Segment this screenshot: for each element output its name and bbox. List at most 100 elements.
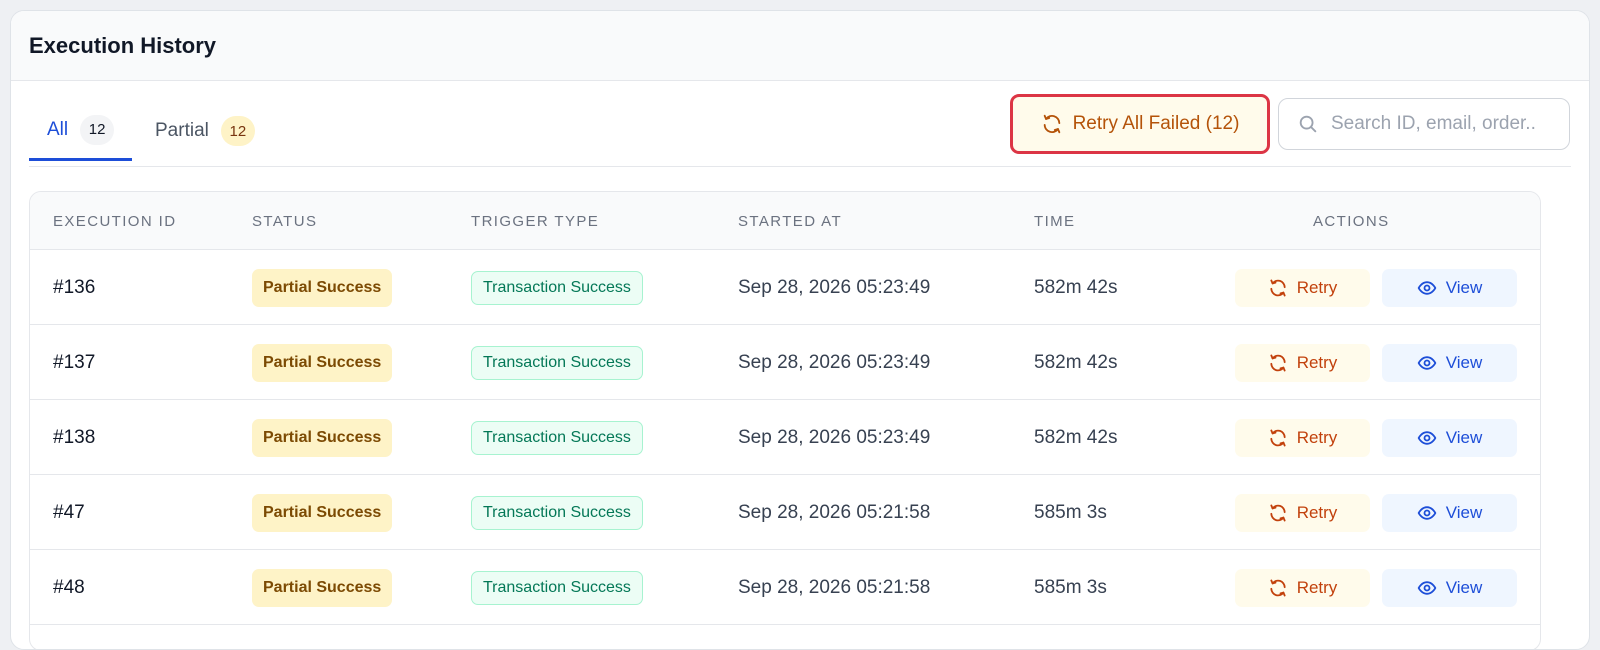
started-at: Sep 28, 2026 05:21:58 xyxy=(738,501,931,523)
retry-icon xyxy=(1268,428,1288,448)
eye-icon xyxy=(1417,353,1437,373)
page-title: Execution History xyxy=(29,32,217,58)
tab-partial-label: Partial xyxy=(155,120,209,141)
retry-button[interactable]: Retry xyxy=(1235,418,1370,457)
view-label: View xyxy=(1445,577,1483,597)
view-button[interactable]: View xyxy=(1382,343,1517,382)
tab-partial[interactable]: Partial 12 xyxy=(137,101,273,161)
actions-cell: Retry View xyxy=(1235,475,1517,550)
view-button[interactable]: View xyxy=(1382,418,1517,457)
table-row: #48 Partial Success Transaction Success … xyxy=(30,550,1540,625)
column-header-actions: ACTIONS xyxy=(1313,212,1390,230)
view-button[interactable]: View xyxy=(1382,493,1517,532)
eye-icon xyxy=(1417,278,1437,298)
trigger-cell: Transaction Success xyxy=(471,325,643,400)
execution-id: #48 xyxy=(53,576,85,598)
trigger-cell: Transaction Success xyxy=(471,550,643,625)
execution-id: #47 xyxy=(53,501,85,523)
actions-cell: Retry View xyxy=(1235,400,1517,475)
tab-all[interactable]: All 12 xyxy=(29,101,133,161)
trigger-type-badge: Transaction Success xyxy=(471,345,643,380)
executions-table: EXECUTION ID STATUS TRIGGER TYPE STARTED… xyxy=(29,191,1541,649)
retry-all-failed-label: Retry All Failed (12) xyxy=(1072,113,1240,134)
table-row: #137 Partial Success Transaction Success… xyxy=(30,325,1540,400)
status-cell: Partial Success xyxy=(252,325,393,400)
search-icon xyxy=(1297,113,1319,135)
trigger-type-badge: Transaction Success xyxy=(471,495,643,530)
tab-all-label: All xyxy=(47,118,69,140)
retry-label: Retry xyxy=(1296,502,1338,522)
duration: 585m 3s xyxy=(1034,501,1107,523)
retry-label: Retry xyxy=(1296,427,1338,447)
retry-label: Retry xyxy=(1296,577,1338,597)
retry-button[interactable]: Retry xyxy=(1235,493,1370,532)
started-at: Sep 28, 2026 05:23:49 xyxy=(738,351,931,373)
eye-icon xyxy=(1417,503,1437,523)
trigger-cell: Transaction Success xyxy=(471,400,643,475)
retry-label: Retry xyxy=(1296,352,1338,372)
status-cell: Partial Success xyxy=(252,550,393,625)
status-badge: Partial Success xyxy=(252,268,393,307)
tab-all-count-badge: 12 xyxy=(80,114,115,145)
view-button[interactable]: View xyxy=(1382,268,1517,307)
retry-icon xyxy=(1268,503,1288,523)
duration: 582m 42s xyxy=(1034,276,1118,298)
status-badge: Partial Success xyxy=(252,568,393,607)
retry-label: Retry xyxy=(1296,277,1338,297)
status-cell: Partial Success xyxy=(252,475,393,550)
retry-button[interactable]: Retry xyxy=(1235,268,1370,307)
table-row: #47 Partial Success Transaction Success … xyxy=(30,475,1540,550)
status-cell: Partial Success xyxy=(252,400,393,475)
retry-all-failed-button[interactable]: Retry All Failed (12) xyxy=(1010,94,1270,154)
search-box xyxy=(1278,98,1570,150)
table-header: EXECUTION ID STATUS TRIGGER TYPE STARTED… xyxy=(30,192,1540,250)
view-label: View xyxy=(1445,277,1483,297)
view-label: View xyxy=(1445,427,1483,447)
actions-cell: Retry View xyxy=(1235,550,1517,625)
trigger-type-badge: Transaction Success xyxy=(471,420,643,455)
eye-icon xyxy=(1417,578,1437,598)
retry-button[interactable]: Retry xyxy=(1235,343,1370,382)
table-body: #136 Partial Success Transaction Success… xyxy=(30,250,1540,625)
column-header-trigger-type: TRIGGER TYPE xyxy=(471,212,600,230)
refresh-icon xyxy=(1041,113,1063,135)
status-badge: Partial Success xyxy=(252,493,393,532)
search-input[interactable] xyxy=(1331,113,1561,135)
duration: 582m 42s xyxy=(1034,426,1118,448)
duration: 585m 3s xyxy=(1034,576,1107,598)
execution-id: #136 xyxy=(53,276,96,298)
status-badge: Partial Success xyxy=(252,343,393,382)
trigger-type-badge: Transaction Success xyxy=(471,570,643,605)
tab-partial-count-badge: 12 xyxy=(220,116,255,146)
retry-icon xyxy=(1268,278,1288,298)
panel-header: Execution History xyxy=(11,11,1589,81)
started-at: Sep 28, 2026 05:23:49 xyxy=(738,276,931,298)
execution-id: #137 xyxy=(53,351,96,373)
retry-icon xyxy=(1268,578,1288,598)
execution-history-panel: Execution History All 12 Partial 12 Retr… xyxy=(10,10,1590,650)
column-header-started-at: STARTED AT xyxy=(738,212,843,230)
status-cell: Partial Success xyxy=(252,250,393,325)
view-label: View xyxy=(1445,352,1483,372)
actions-cell: Retry View xyxy=(1235,325,1517,400)
trigger-cell: Transaction Success xyxy=(471,250,643,325)
trigger-type-badge: Transaction Success xyxy=(471,270,643,305)
retry-icon xyxy=(1268,353,1288,373)
eye-icon xyxy=(1417,428,1437,448)
tabs-toolbar: All 12 Partial 12 Retry All Failed (12) xyxy=(29,81,1571,167)
column-header-status: STATUS xyxy=(252,212,318,230)
actions-cell: Retry View xyxy=(1235,250,1517,325)
column-header-time: TIME xyxy=(1034,212,1076,230)
retry-button[interactable]: Retry xyxy=(1235,568,1370,607)
table-row: #138 Partial Success Transaction Success… xyxy=(30,400,1540,475)
started-at: Sep 28, 2026 05:23:49 xyxy=(738,426,931,448)
column-header-execution-id: EXECUTION ID xyxy=(53,212,177,230)
trigger-cell: Transaction Success xyxy=(471,475,643,550)
duration: 582m 42s xyxy=(1034,351,1118,373)
started-at: Sep 28, 2026 05:21:58 xyxy=(738,576,931,598)
execution-id: #138 xyxy=(53,426,96,448)
view-button[interactable]: View xyxy=(1382,568,1517,607)
status-badge: Partial Success xyxy=(252,418,393,457)
table-row: #136 Partial Success Transaction Success… xyxy=(30,250,1540,325)
view-label: View xyxy=(1445,502,1483,522)
